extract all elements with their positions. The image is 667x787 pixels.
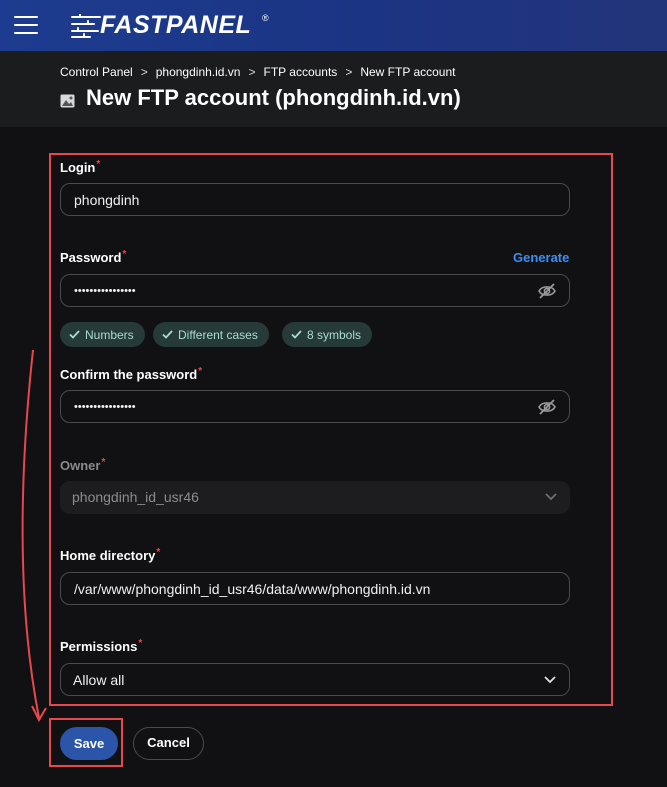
breadcrumb-ftp-accounts[interactable]: FTP accounts — [264, 65, 338, 79]
image-icon — [60, 94, 75, 108]
breadcrumb-control-panel[interactable]: Control Panel — [60, 65, 133, 79]
breadcrumb: Control Panel > phongdinh.id.vn > FTP accoun… — [60, 65, 455, 79]
cancel-button[interactable]: Cancel — [133, 727, 204, 760]
brand-registered: ® — [262, 13, 269, 23]
fastpanel-logo-icon — [71, 14, 101, 38]
form-highlight-box — [49, 153, 613, 706]
breadcrumb-domain[interactable]: phongdinh.id.vn — [156, 65, 241, 79]
save-highlight-box — [49, 718, 123, 767]
brand-name[interactable]: FASTPANEL — [100, 11, 251, 40]
menu-icon[interactable] — [14, 14, 38, 36]
breadcrumb-separator: > — [140, 65, 148, 79]
page-header: Control Panel > phongdinh.id.vn > FTP accoun… — [0, 51, 667, 127]
breadcrumb-separator: > — [345, 65, 353, 79]
top-bar: FASTPANEL ® — [0, 0, 667, 51]
page-title: New FTP account (phongdinh.id.vn) — [86, 85, 461, 110]
breadcrumb-current: New FTP account — [360, 65, 456, 79]
breadcrumb-separator: > — [248, 65, 256, 79]
